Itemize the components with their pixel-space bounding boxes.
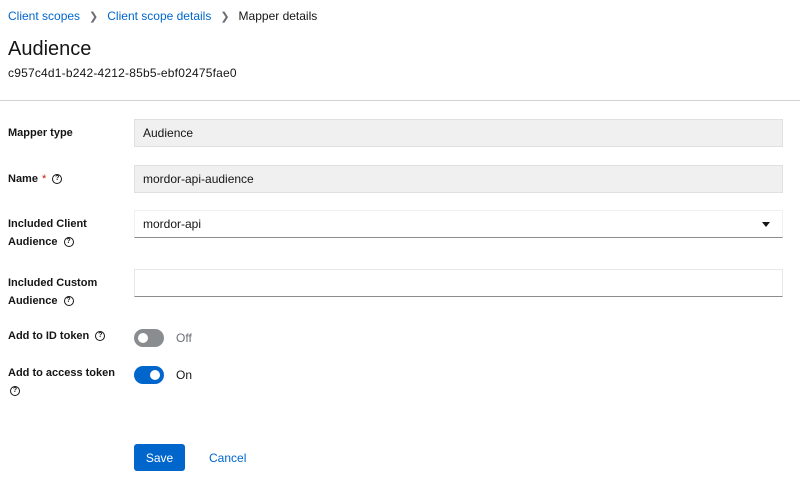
included-client-audience-select[interactable]: mordor-api [134, 210, 783, 238]
add-to-access-token-label: Add to access token ? [8, 367, 115, 397]
help-icon[interactable]: ? [95, 331, 106, 342]
name-label: Name *? [8, 170, 63, 188]
caret-down-icon [762, 221, 770, 227]
help-icon[interactable]: ? [52, 174, 63, 185]
cancel-button[interactable]: Cancel [203, 444, 252, 471]
add-to-id-token-toggle[interactable] [134, 329, 164, 347]
add-to-access-token-toggle[interactable] [134, 366, 164, 384]
help-icon[interactable]: ? [63, 237, 74, 248]
breadcrumb-client-scope-details[interactable]: Client scope details [107, 9, 211, 23]
add-to-id-token-label: Add to ID token? [8, 327, 106, 345]
chevron-right-icon: ❯ [220, 10, 230, 23]
add-to-id-token-row: Off [134, 329, 192, 347]
chevron-right-icon: ❯ [89, 10, 99, 23]
required-marker: * [41, 173, 47, 185]
divider [0, 100, 800, 101]
mapper-type-label: Mapper type [8, 127, 73, 139]
name-field: mordor-api-audience [134, 165, 783, 193]
page-title: Audience [8, 38, 92, 60]
add-to-access-token-state: On [176, 368, 193, 382]
help-icon[interactable]: ? [10, 386, 20, 397]
help-icon[interactable]: ? [63, 296, 74, 307]
breadcrumb-current: Mapper details [238, 9, 318, 23]
toggle-knob [150, 370, 160, 380]
add-to-id-token-state: Off [176, 331, 192, 345]
mapper-type-field: Audience [134, 119, 783, 147]
included-client-audience-label: Included Client Audience? [8, 218, 87, 248]
mapper-id: c957c4d1-b242-4212-85b5-ebf02475fae0 [8, 66, 237, 80]
add-to-access-token-row: On [134, 366, 192, 384]
save-button[interactable]: Save [134, 444, 185, 471]
breadcrumb: Client scopes ❯ Client scope details ❯ M… [8, 9, 317, 23]
breadcrumb-client-scopes[interactable]: Client scopes [8, 9, 80, 23]
included-custom-audience-input[interactable] [134, 269, 783, 297]
included-custom-audience-label: Included Custom Audience? [8, 277, 98, 307]
toggle-knob [138, 333, 148, 343]
